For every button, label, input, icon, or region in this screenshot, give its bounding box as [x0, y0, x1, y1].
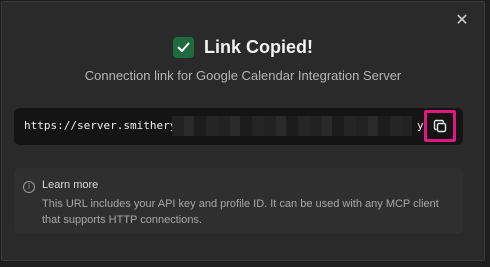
link-copied-dialog: ✕ Link Copied! Connection link for Googl… [1, 1, 485, 261]
copy-url-button[interactable] [424, 110, 456, 142]
info-icon: i [23, 181, 35, 193]
check-icon [173, 37, 194, 58]
learn-more-text: This URL includes your API key and profi… [42, 198, 439, 226]
dialog-title: Link Copied! [204, 37, 313, 57]
close-icon[interactable]: ✕ [454, 12, 470, 28]
learn-more-panel: i Learn more This URL includes your API … [14, 168, 463, 234]
url-text: https://server.smithery [24, 119, 177, 132]
redacted-url-segment [172, 116, 412, 136]
url-text-end: y [417, 119, 424, 132]
learn-more-title: Learn more [42, 179, 99, 191]
connection-url-field[interactable]: https://server.smithery y [14, 108, 463, 145]
dialog-subtitle: Connection link for Google Calendar Inte… [84, 68, 402, 83]
copy-icon [433, 119, 447, 133]
dialog-header: Link Copied! [2, 37, 484, 58]
